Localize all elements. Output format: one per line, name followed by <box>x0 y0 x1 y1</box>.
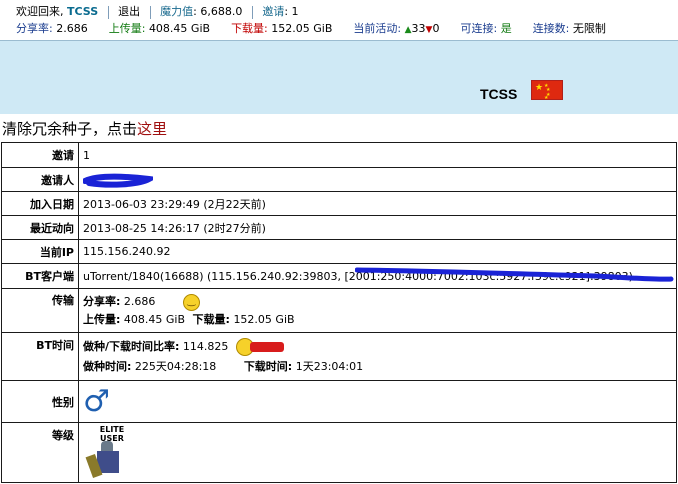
ratio-label: 分享率: <box>16 22 53 35</box>
current-ip-value: 115.156.240.92 <box>78 239 677 264</box>
download-label: 下载量: <box>192 312 230 326</box>
upload-value: 408.45 GiB <box>148 22 211 35</box>
upload-value: 408.45 GiB <box>123 312 186 326</box>
download-label: 下载量: <box>231 22 268 35</box>
table-row: 邀请 1 <box>1 142 677 168</box>
leeching-count: 0 <box>432 22 440 35</box>
profile-banner <box>0 41 678 114</box>
table-row: BT客户端 uTorrent/1840(16688) (115.156.240.… <box>1 263 677 289</box>
invite-link[interactable]: 邀请 <box>262 5 284 18</box>
status-row-1: 欢迎回来, TCSS 退出 魔力值: 6,688.0 邀请: 1 <box>16 4 299 20</box>
china-flag-icon: ★ ★ ★ ★ ★ <box>531 80 563 101</box>
row-label: BT时间 <box>1 332 79 381</box>
seeding-icon: ▲ <box>404 25 412 35</box>
transfer-cell: 分享率: 2.686 ‿ 上传量: 408.45 GiB 下载量: 152.05… <box>78 288 677 333</box>
divider <box>149 5 151 19</box>
last-action-value: 2013-08-25 14:26:17 (2时27分前) <box>78 215 677 240</box>
download-time-label: 下载时间: <box>243 359 293 373</box>
row-label: 性别 <box>1 380 79 423</box>
seed-time-value: 225天04:28:18 <box>134 359 217 373</box>
logout-link[interactable]: 退出 <box>118 5 140 18</box>
flying-smiley-icon <box>235 337 286 357</box>
row-label: 等级 <box>1 422 79 483</box>
row-label: 最近动向 <box>1 215 79 240</box>
table-row: 当前IP 115.156.240.92 <box>1 239 677 264</box>
connections-label: 连接数: <box>532 22 570 35</box>
clean-seeds-notice: 清除冗余种子，点击这里 <box>2 118 167 139</box>
soldier-figure-icon <box>85 441 127 481</box>
join-date-value: 2013-06-03 23:29:49 (2月22天前) <box>78 191 677 216</box>
clean-seeds-text: 清除冗余种子，点击 <box>2 120 138 138</box>
download-value: 152.05 GiB <box>233 312 295 326</box>
seed-time-label: 做种时间: <box>83 359 132 373</box>
status-row-2: 分享率: 2.686 上传量: 408.45 GiB 下载量: 152.05 G… <box>16 21 606 37</box>
connectable-label: 可连接: <box>460 22 498 35</box>
table-row: BT时间 做种/下载时间比率: 114.825 做种时间: 225天04:28:… <box>1 332 677 381</box>
ratio-value: 2.686 <box>123 295 156 309</box>
male-icon: ♂ <box>83 383 110 419</box>
row-label: 传输 <box>1 288 79 333</box>
inviter-value <box>78 167 677 192</box>
upload-label: 上传量: <box>83 312 121 326</box>
table-row: 最近动向 2013-08-25 14:26:17 (2时27分前) <box>1 215 677 240</box>
smiley-icon: ‿ <box>182 293 200 311</box>
row-label: BT客户端 <box>1 263 79 289</box>
redaction-scribble <box>83 173 153 188</box>
user-info-table: 邀请 1 邀请人 加入日期 2013-06-03 23:29:49 (2月22天… <box>1 142 677 483</box>
elite-user-badge: ELITE USER <box>83 423 139 481</box>
divider <box>107 5 109 19</box>
ratio-value: 2.686 <box>56 22 88 35</box>
divider <box>251 5 253 19</box>
redaction-scribble <box>355 267 674 282</box>
download-time-value: 1天23:04:01 <box>295 359 364 373</box>
connections-value: 无限制 <box>572 22 606 35</box>
row-label: 邀请 <box>1 142 79 168</box>
invite-value: : 1 <box>284 5 299 18</box>
welcome-text: 欢迎回来, <box>16 5 64 18</box>
time-ratio-value: 114.825 <box>182 339 229 353</box>
bt-time-cell: 做种/下载时间比率: 114.825 做种时间: 225天04:28:18 下载… <box>78 332 677 381</box>
time-ratio-label: 做种/下载时间比率: <box>83 339 180 353</box>
row-label: 当前IP <box>1 239 79 264</box>
bt-client-cell: uTorrent/1840(16688) (115.156.240.92:398… <box>78 263 677 289</box>
row-label: 加入日期 <box>1 191 79 216</box>
clean-seeds-link[interactable]: 这里 <box>137 120 167 138</box>
invite-count: 1 <box>78 142 677 168</box>
activity-label: 当前活动: <box>353 22 402 35</box>
connectable-value: 是 <box>500 22 512 35</box>
class-cell: ELITE USER <box>78 422 677 483</box>
download-value: 152.05 GiB <box>271 22 333 35</box>
table-row: 传输 分享率: 2.686 ‿ 上传量: 408.45 GiB 下载量: 152… <box>1 288 677 333</box>
row-label: 邀请人 <box>1 167 79 192</box>
table-row: 加入日期 2013-06-03 23:29:49 (2月22天前) <box>1 191 677 216</box>
table-row: 等级 ELITE USER <box>1 422 677 483</box>
table-row: 性别 ♂ <box>1 380 677 423</box>
magic-value: : 6,688.0 <box>193 5 243 18</box>
magic-label[interactable]: 魔力值 <box>160 5 193 18</box>
gender-cell: ♂ <box>78 380 677 423</box>
upload-label: 上传量: <box>108 22 146 35</box>
user-status-bar: 欢迎回来, TCSS 退出 魔力值: 6,688.0 邀请: 1 分享率: 2.… <box>0 0 678 41</box>
seeding-count: 33 <box>411 22 426 35</box>
table-row: 邀请人 <box>1 167 677 192</box>
username-link[interactable]: TCSS <box>67 5 98 18</box>
ratio-label: 分享率: <box>83 295 121 309</box>
profile-username: TCSS <box>480 86 518 102</box>
